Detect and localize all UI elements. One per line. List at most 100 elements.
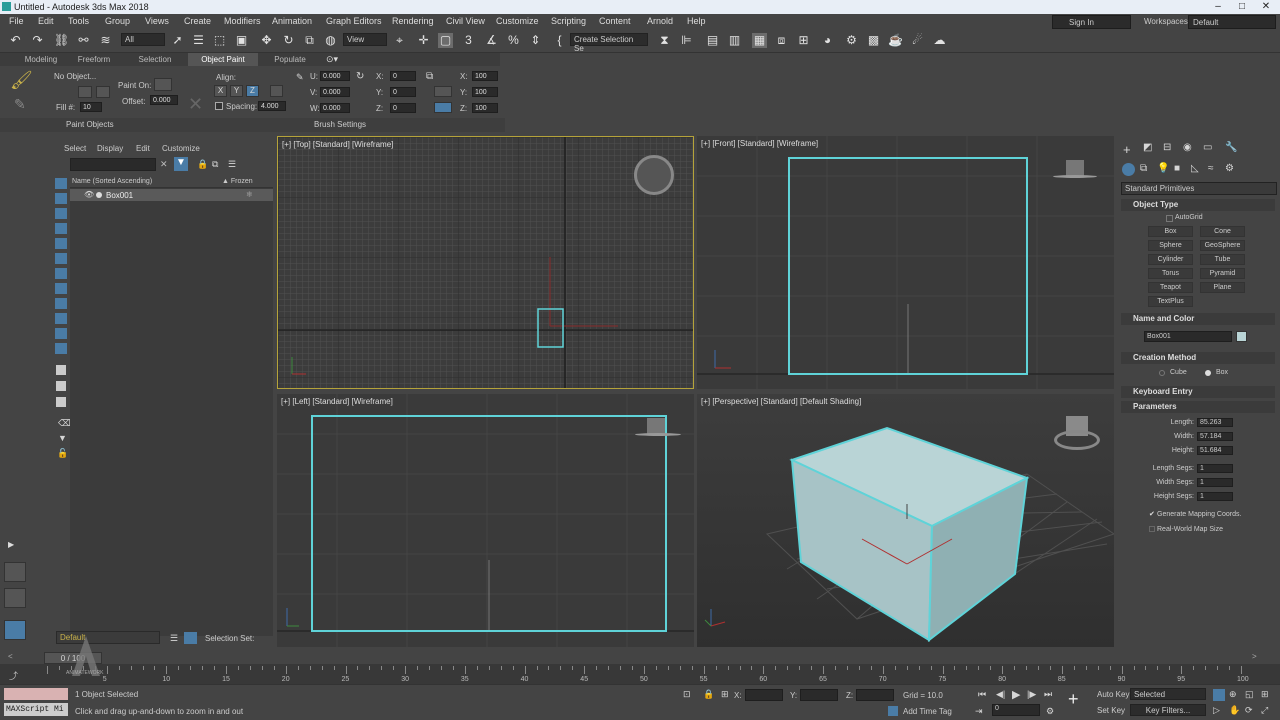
y-coord-field[interactable] — [800, 689, 838, 701]
place-icon[interactable]: ◍ — [323, 33, 338, 48]
timeline-right-arrow[interactable]: > — [1252, 652, 1257, 661]
sign-in-dropdown[interactable]: Sign In — [1052, 15, 1131, 29]
mini-curve-icon[interactable]: ⤴ — [9, 669, 18, 682]
list-item[interactable]: 👁 Box001 ❄ — [70, 189, 273, 201]
pivot-center-icon[interactable]: ⌖ — [392, 33, 407, 48]
cone-button[interactable]: Cone — [1200, 226, 1245, 237]
box-radio[interactable] — [1205, 370, 1211, 376]
lock-selection-icon[interactable]: 🔓 — [57, 448, 68, 459]
maxscript-listener[interactable] — [4, 688, 68, 700]
render-iterative-icon[interactable]: ☄ — [910, 33, 925, 48]
y-rot-spinner[interactable]: 0 — [390, 87, 416, 97]
paint-brush-icon[interactable]: 🖌 — [10, 70, 33, 91]
scale-mode-dropdown[interactable] — [434, 86, 452, 97]
display-geometry-icon[interactable] — [55, 178, 67, 189]
time-config-icon[interactable]: ⚙ — [1046, 706, 1054, 717]
z-coord-field[interactable] — [856, 689, 894, 701]
maximize-viewport-icon[interactable]: ⤢ — [1261, 705, 1268, 716]
bind-spacewarp-icon[interactable]: ≋ — [98, 33, 113, 48]
align-icon[interactable]: ⊫ — [679, 33, 694, 48]
display-containers-icon[interactable] — [55, 313, 67, 324]
u-spinner[interactable]: 0.000 — [320, 71, 350, 81]
select-manipulate-icon[interactable]: ✛ — [416, 33, 431, 48]
percent-snap-icon[interactable]: % — [506, 33, 521, 48]
menu-customize[interactable]: Customize — [496, 16, 539, 26]
torus-button[interactable]: Torus — [1148, 268, 1193, 279]
viewport-perspective[interactable]: [+] [Perspective] [Standard] [Default Sh… — [697, 394, 1114, 647]
fov-icon[interactable]: ▷ — [1213, 705, 1220, 716]
tube-button[interactable]: Tube — [1200, 254, 1245, 265]
play-icon[interactable]: ▶ — [1012, 688, 1020, 701]
menu-civil-view[interactable]: Civil View — [446, 16, 485, 26]
pyramid-button[interactable]: Pyramid — [1200, 268, 1245, 279]
time-tag-icon[interactable] — [888, 706, 898, 716]
length-segs-spinner[interactable]: 1 — [1197, 464, 1233, 473]
rotation-icon[interactable]: ↻ — [356, 71, 364, 82]
w-spinner[interactable]: 0.000 — [320, 103, 350, 113]
menu-animation[interactable]: Animation — [272, 16, 312, 26]
rotate-icon[interactable]: ↻ — [281, 33, 296, 48]
absolute-mode-icon[interactable]: ⊞ — [721, 689, 729, 700]
display-xrefs-icon[interactable] — [55, 283, 67, 294]
goto-end-icon[interactable]: ⏭ — [1044, 689, 1052, 700]
align-x-button[interactable]: X — [214, 85, 227, 97]
add-time-tag[interactable]: Add Time Tag — [903, 707, 952, 716]
viewcube-top-icon[interactable] — [634, 155, 674, 195]
display-frozen-icon[interactable] — [55, 328, 67, 339]
current-frame-field[interactable]: 0 — [992, 704, 1040, 716]
mirror-icon[interactable]: ⧗ — [657, 33, 672, 48]
uniform-scale-icon[interactable] — [434, 102, 452, 113]
display-invert-icon[interactable] — [56, 397, 66, 407]
scene-explorer-icon[interactable]: ▤ — [705, 33, 720, 48]
rollout-parameters[interactable]: Parameters — [1121, 401, 1275, 413]
viewport-label-front[interactable]: [+] [Front] [Standard] [Wireframe] — [701, 139, 818, 148]
rollout-name-color[interactable]: Name and Color — [1121, 313, 1275, 325]
tab-freeform[interactable]: Freeform — [66, 53, 122, 66]
systems-icon[interactable]: ⚙ — [1225, 163, 1234, 174]
shapes-icon[interactable]: ⧉ — [1140, 163, 1147, 174]
clear-search-icon[interactable]: ✕ — [160, 159, 168, 170]
helpers-icon[interactable]: ◺ — [1191, 163, 1199, 174]
scene-menu-customize[interactable]: Customize — [162, 144, 200, 153]
paint-on-dropdown[interactable] — [154, 78, 172, 91]
rect-selection-icon[interactable]: ⬚ — [212, 33, 227, 48]
no-object-label[interactable]: No Object... — [54, 72, 96, 81]
zoom-extents-all-icon[interactable]: ⊞ — [1261, 689, 1269, 700]
offset-spinner[interactable]: 0.000 — [150, 95, 178, 105]
maxscript-mini-input[interactable]: MAXScript Mi — [4, 703, 68, 716]
key-filters-button[interactable]: Key Filters... — [1130, 704, 1206, 716]
hierarchy-tab-icon[interactable]: ⊟ — [1163, 142, 1171, 153]
tab-object-paint[interactable]: Object Paint — [188, 53, 258, 66]
viewport-label-left[interactable]: [+] [Left] [Standard] [Wireframe] — [281, 397, 393, 406]
pan-icon[interactable]: ✋ — [1229, 705, 1240, 716]
display-tab-icon[interactable]: ▭ — [1203, 142, 1212, 153]
zoom-icon[interactable] — [1213, 689, 1225, 701]
geometry-icon[interactable] — [1122, 163, 1135, 176]
menu-tools[interactable]: Tools — [68, 16, 89, 26]
tab-populate[interactable]: Populate — [262, 53, 318, 66]
close-button[interactable]: ✕ — [1254, 0, 1278, 14]
tab-selection[interactable]: Selection — [126, 53, 184, 66]
object-list-icon[interactable] — [96, 86, 110, 98]
flip-icon[interactable] — [270, 85, 283, 97]
hierarchy-icon[interactable]: ⧉ — [212, 159, 218, 170]
display-lights-icon[interactable] — [55, 208, 67, 219]
find-icon[interactable]: ⌫ — [58, 418, 71, 429]
align-z-button[interactable]: Z — [246, 85, 259, 97]
motion-tab-icon[interactable]: ◉ — [1183, 142, 1192, 153]
keyboard-shortcut-icon[interactable]: ▢ — [438, 33, 453, 48]
angle-snap-icon[interactable]: ∡ — [484, 33, 499, 48]
ribbon-options-icon[interactable]: ⊙▾ — [326, 54, 338, 65]
link-icon[interactable]: ⛓ — [54, 33, 69, 48]
object-color-swatch[interactable] — [1236, 331, 1247, 342]
render-cloud-icon[interactable]: ☁ — [932, 33, 947, 48]
y-scale-spinner[interactable]: 100 — [472, 87, 498, 97]
visibility-eye-icon[interactable]: 👁 — [84, 190, 94, 199]
menu-views[interactable]: Views — [145, 16, 169, 26]
viewport-layout-1-icon[interactable] — [4, 562, 26, 582]
viewport-label-top[interactable]: [+] [Top] [Standard] [Wireframe] — [282, 140, 393, 149]
height-segs-spinner[interactable]: 1 — [1197, 492, 1233, 501]
menu-arnold[interactable]: Arnold — [647, 16, 673, 26]
frozen-icon[interactable]: ❄ — [246, 190, 253, 199]
redo-icon[interactable]: ↷ — [30, 33, 45, 48]
